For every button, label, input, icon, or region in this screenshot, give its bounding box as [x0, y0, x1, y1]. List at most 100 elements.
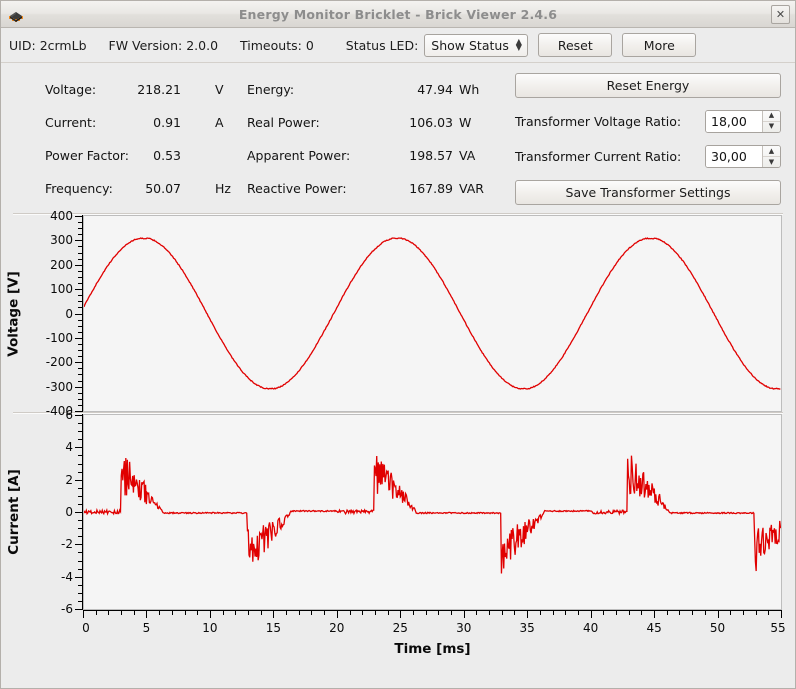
frequency-value: 50.07 [145, 181, 181, 196]
voltage-label: Voltage: [45, 82, 97, 97]
axis-tick [75, 337, 83, 339]
current-value: 0.91 [153, 115, 181, 130]
axis-tick [75, 386, 83, 388]
axis-tick-minor [514, 610, 516, 615]
axis-tick-minor [603, 610, 605, 615]
apparent-power-label: Apparent Power: [247, 148, 351, 163]
measurement-row: Power Factor: 0.53 [45, 139, 247, 172]
real-power-unit: W [459, 115, 472, 130]
measurement-row: Current: 0.91 A [45, 106, 247, 139]
axis-tick-label: 45 [646, 621, 662, 635]
transformer-voltage-ratio-row: Transformer Voltage Ratio: 18,00 ▲ ▼ [515, 109, 781, 134]
title-bar: Energy Monitor Bricklet - Brick Viewer 2… [1, 1, 795, 28]
transformer-voltage-ratio-stepper[interactable]: 18,00 ▲ ▼ [705, 109, 781, 133]
more-button[interactable]: More [622, 33, 697, 57]
window-title: Energy Monitor Bricklet - Brick Viewer 2… [238, 6, 558, 22]
axis-tick-minor [349, 610, 351, 615]
energy-value: 47.94 [417, 82, 453, 97]
axis-tick [75, 216, 83, 217]
device-toolbar: UID: 2crmLb FW Version: 2.0.0 Timeouts: … [1, 28, 795, 63]
axis-tick-label: -2 [61, 537, 73, 552]
axis-tick [75, 313, 83, 315]
axis-tick-label: -4 [61, 569, 73, 584]
current-axis-title: Current [A] [1, 414, 27, 610]
axis-tick-label: 55 [770, 621, 786, 635]
stepper-buttons[interactable]: ▲ ▼ [762, 110, 780, 132]
axis-tick [654, 610, 656, 618]
status-led-label: Status LED: [345, 37, 419, 53]
transformer-current-ratio-value[interactable]: 30,00 [706, 146, 762, 168]
transformer-current-ratio-stepper[interactable]: 30,00 ▲ ▼ [705, 145, 781, 169]
axis-tick-label: -6 [61, 602, 73, 616]
axis-tick-minor [387, 610, 389, 615]
axis-tick-label: 100 [50, 282, 73, 297]
measurement-row: Apparent Power: 198.57 VA [247, 139, 491, 172]
save-transformer-settings-button[interactable]: Save Transformer Settings [515, 179, 781, 205]
axis-tick-minor [412, 610, 414, 615]
axis-tick-label: 400 [50, 209, 73, 223]
axis-tick [336, 610, 338, 618]
axis-tick-minor [95, 610, 97, 615]
axis-tick-minor [768, 610, 770, 615]
axis-spine [83, 610, 782, 611]
axis-tick-label: 40 [582, 621, 599, 635]
transformer-voltage-ratio-value[interactable]: 18,00 [706, 110, 762, 132]
axis-tick [75, 264, 83, 266]
time-axis-title: Time [ms] [394, 641, 471, 657]
measurement-row: Reactive Power: 167.89 VAR [247, 172, 491, 205]
current-plot-area[interactable] [83, 414, 782, 610]
axis-tick-minor [324, 610, 326, 615]
stepper-buttons[interactable]: ▲ ▼ [762, 146, 780, 168]
axis-tick [400, 610, 402, 618]
reactive-power-unit: VAR [459, 181, 484, 196]
chevron-down-icon[interactable]: ▼ [763, 157, 780, 167]
current-y-axis: 6 4 2 0 -2 -4 -6 [27, 408, 83, 616]
energy-label: Energy: [247, 82, 295, 97]
axis-tick-minor [311, 610, 313, 615]
axis-tick-label: 10 [202, 621, 218, 635]
voltage-y-axis: 400 300 200 100 0 -100 -200 -300 -400 [27, 209, 83, 418]
brick-chip-icon [5, 3, 27, 25]
close-icon[interactable]: ✕ [771, 4, 790, 24]
chevron-up-icon[interactable]: ▲ [763, 146, 780, 158]
axis-tick-label: 0 [65, 306, 73, 321]
axis-tick [75, 544, 83, 546]
axis-tick-minor [742, 610, 744, 615]
reset-button[interactable]: Reset [538, 33, 613, 57]
axis-tick-minor [704, 610, 706, 615]
axis-tick-minor [286, 610, 288, 615]
axis-tick-label: 15 [265, 621, 281, 635]
app-window: Energy Monitor Bricklet - Brick Viewer 2… [0, 0, 796, 689]
axis-tick-label: 25 [392, 621, 408, 635]
voltage-axis-title: Voltage [V] [1, 215, 27, 412]
reset-energy-button[interactable]: Reset Energy [515, 73, 781, 98]
axis-tick-label: 0 [65, 505, 73, 519]
axis-tick-label: 0 [82, 621, 90, 635]
axis-tick [75, 479, 83, 481]
axis-tick-minor [197, 610, 199, 615]
transformer-current-ratio-label: Transformer Current Ratio: [515, 149, 682, 165]
axis-tick-minor [159, 610, 161, 615]
axis-tick-minor [362, 610, 364, 615]
uid-field: UID: 2crmLb [9, 38, 109, 53]
axis-tick-label: 300 [50, 233, 73, 248]
axis-tick-minor [501, 610, 503, 615]
current-chart: Current [A] 6 4 2 0 -2 -4 -6 [1, 408, 795, 616]
measurement-row: Frequency: 50.07 Hz [45, 172, 247, 205]
voltage-plot-area[interactable] [83, 215, 782, 412]
axis-tick-minor [451, 610, 453, 615]
chevron-updown-icon: ▲ ▼ [515, 37, 522, 52]
apparent-power-unit: VA [459, 148, 476, 163]
time-axis: Time [ms] 0 5 10 15 20 25 30 35 40 45 50 55 [82, 610, 786, 666]
apparent-power-value: 198.57 [409, 148, 453, 163]
axis-tick [75, 362, 83, 364]
chevron-down-icon[interactable]: ▼ [763, 122, 780, 132]
measurement-row: Real Power: 106.03 W [247, 106, 491, 139]
status-led-select[interactable]: Show Status ▲ ▼ [424, 33, 529, 57]
voltage-chart: Voltage [V] 400 300 200 100 0 -100 -200 -300 -40… [1, 209, 795, 418]
chevron-up-icon[interactable]: ▲ [763, 111, 780, 122]
axis-tick-minor [755, 610, 757, 615]
frequency-label: Frequency: [45, 181, 113, 196]
waveform-trace [84, 456, 780, 574]
axis-tick-minor [628, 610, 630, 615]
